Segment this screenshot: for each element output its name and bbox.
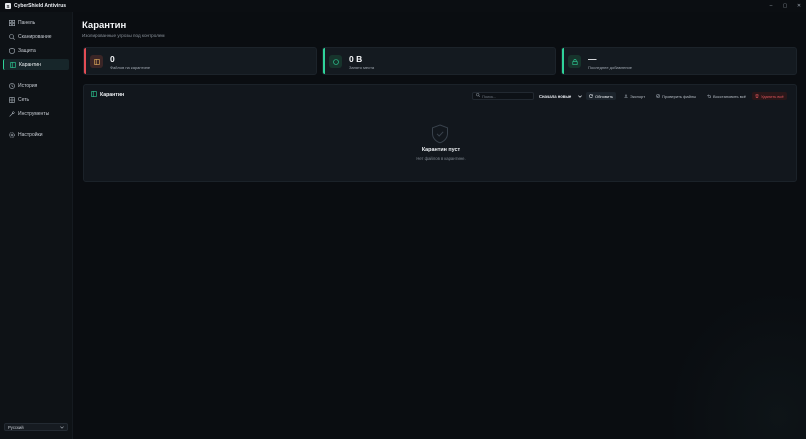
- trash-icon: [755, 94, 759, 98]
- page-title: Карантин: [82, 20, 127, 31]
- export-label: Экспорт: [630, 93, 646, 99]
- undo-icon: [707, 94, 711, 98]
- sidebar-item-scan[interactable]: Сканирование: [3, 31, 69, 42]
- export-button[interactable]: Экспорт: [621, 92, 648, 100]
- close-button[interactable]: ✕: [792, 0, 806, 12]
- sidebar-item-protection[interactable]: Защита: [3, 45, 69, 56]
- delete-all-label: Удалить всё: [761, 93, 784, 99]
- sidebar-item-label: Сеть: [18, 96, 30, 103]
- sidebar-item-label: Защита: [18, 47, 36, 54]
- download-icon: [624, 94, 628, 98]
- sidebar-item-label: Сканирование: [18, 33, 52, 40]
- clock-icon: [7, 80, 17, 91]
- search-icon: [476, 93, 480, 99]
- app-title: CyberShield Antivirus: [14, 3, 67, 9]
- search-icon: [7, 31, 17, 42]
- empty-state-title: Карантин пуст: [421, 147, 461, 153]
- window-controls: – ▢ ✕: [764, 0, 806, 12]
- stat-value: 0 B: [349, 54, 363, 64]
- sidebar-item-settings[interactable]: Настройки: [3, 129, 69, 140]
- delete-all-button[interactable]: Удалить всё: [752, 92, 787, 100]
- archive-icon: [90, 55, 103, 68]
- chevron-down-icon: [578, 94, 582, 99]
- refresh-label: Обновить: [595, 93, 614, 99]
- search-input[interactable]: [482, 93, 532, 99]
- title-bar: S CyberShield Antivirus – ▢ ✕: [0, 0, 806, 12]
- check-files-button[interactable]: Проверить файлы: [653, 92, 699, 100]
- page-subtitle: Изолированные угрозы под контролем: [82, 33, 165, 38]
- maximize-button[interactable]: ▢: [778, 0, 792, 12]
- shield-icon: [7, 45, 17, 56]
- sidebar-item-label: Инструменты: [18, 110, 50, 117]
- stat-card-last-added: — Последнее добавление: [561, 47, 797, 75]
- empty-state-subtitle: Нет файлов в карантине.: [416, 156, 466, 161]
- grid-icon: [7, 17, 17, 28]
- stat-card-files: 0 Файлов на карантине: [83, 47, 317, 75]
- gear-icon: [7, 129, 17, 140]
- app-logo: S: [5, 3, 11, 9]
- chevron-down-icon: [60, 425, 64, 430]
- lock-icon: [568, 55, 581, 68]
- refresh-icon: [589, 94, 593, 98]
- minimize-button[interactable]: –: [764, 0, 778, 12]
- language-value: Русский: [8, 424, 24, 430]
- refresh-button[interactable]: Обновить: [586, 92, 617, 100]
- check-circle-icon: [656, 94, 660, 98]
- archive-icon: [91, 91, 97, 99]
- language-select[interactable]: Русский: [4, 423, 68, 431]
- sidebar-item-quarantine[interactable]: Карантин: [3, 59, 69, 70]
- sidebar-item-label: Карантин: [19, 61, 41, 68]
- stat-value: —: [588, 54, 597, 64]
- sidebar-item-history[interactable]: История: [3, 80, 69, 91]
- sort-value: Сначала новые: [539, 93, 572, 99]
- sidebar-item-label: Панель: [18, 19, 36, 26]
- sidebar-item-label: Настройки: [18, 131, 43, 138]
- sidebar-item-dashboard[interactable]: Панель: [3, 17, 69, 28]
- sidebar-item-label: История: [18, 82, 38, 89]
- shield-icon: [431, 124, 449, 146]
- stat-caption: Занято места: [349, 65, 375, 70]
- restore-all-label: Восстановить всё: [713, 93, 747, 99]
- search-box[interactable]: [472, 92, 534, 100]
- disk-icon: [329, 55, 342, 68]
- network-icon: [7, 94, 17, 105]
- quarantine-panel: Карантин Сначала новые Обновить Экспорт: [83, 84, 797, 182]
- sidebar-item-tools[interactable]: Инструменты: [3, 108, 69, 119]
- main-content: Карантин Изолированные угрозы под контро…: [73, 12, 806, 439]
- panel-title: Карантин: [100, 92, 125, 98]
- archive-icon: [8, 59, 18, 70]
- stat-caption: Последнее добавление: [588, 65, 632, 70]
- background-glow: [666, 289, 806, 439]
- restore-all-button[interactable]: Восстановить всё: [704, 92, 749, 100]
- check-files-label: Проверить файлы: [662, 93, 697, 99]
- sort-select[interactable]: Сначала новые: [539, 92, 582, 100]
- sidebar-item-network[interactable]: Сеть: [3, 94, 69, 105]
- wrench-icon: [7, 108, 17, 119]
- sidebar: Панель Сканирование Защита Карантин Исто…: [0, 12, 73, 439]
- stat-value: 0: [110, 54, 115, 64]
- stat-caption: Файлов на карантине: [110, 65, 151, 70]
- stat-card-space: 0 B Занято места: [322, 47, 556, 75]
